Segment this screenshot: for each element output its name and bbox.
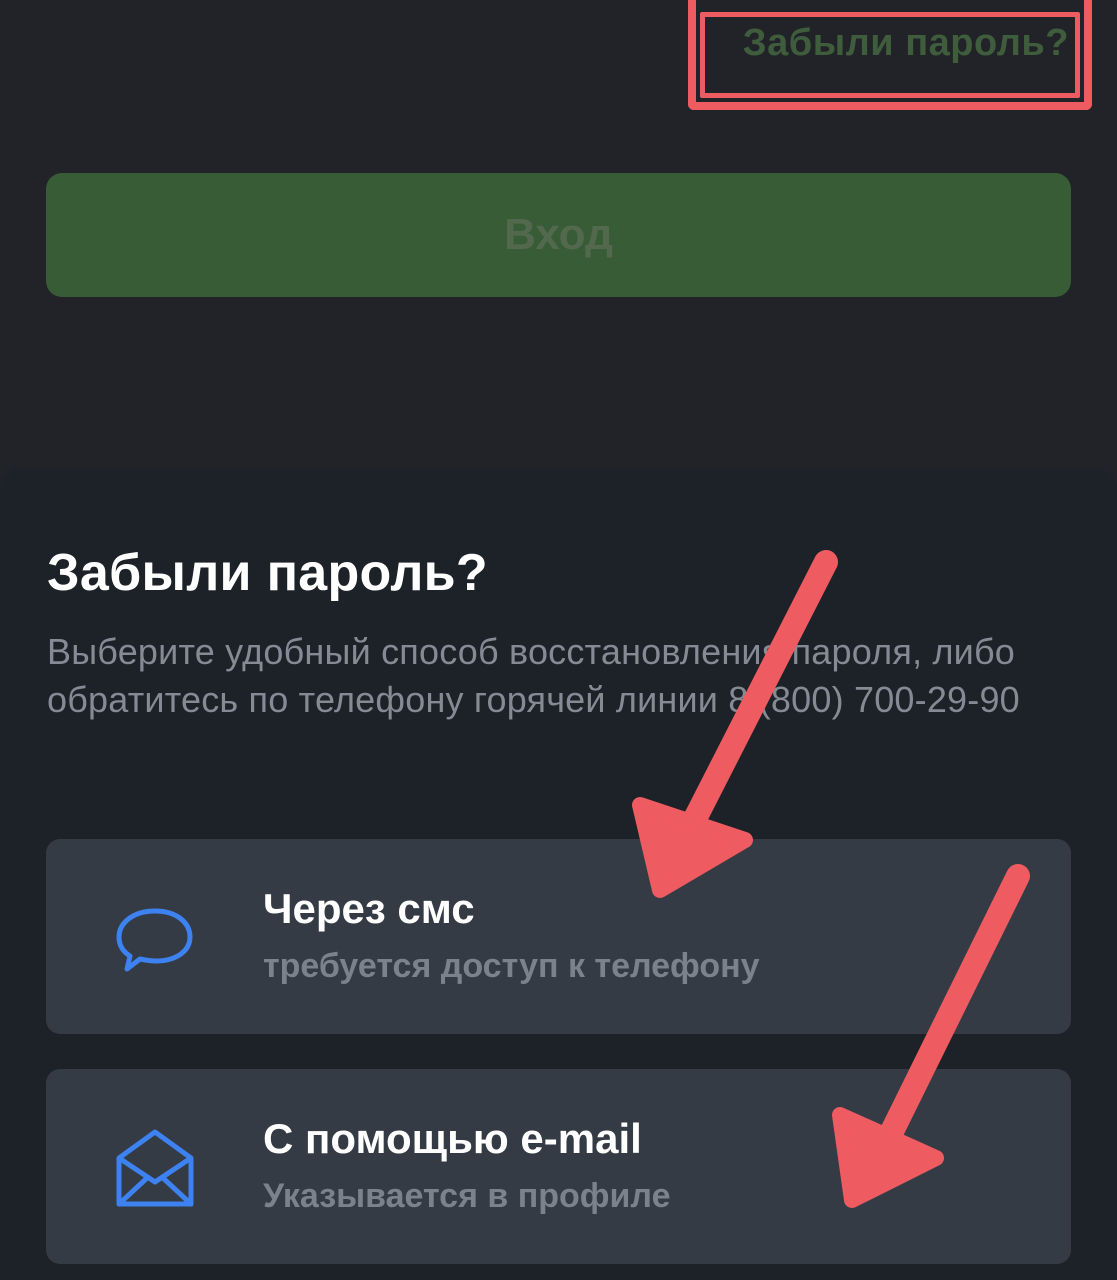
login-button-label: Вход	[504, 210, 613, 259]
sheet-title: Забыли пароль?	[47, 544, 488, 602]
chat-bubble-icon	[116, 908, 193, 972]
option-sms-subtitle: требуется доступ к телефону	[263, 947, 760, 985]
option-sms-title: Через смс	[263, 885, 475, 932]
annotation-highlight-box	[688, 0, 1092, 110]
login-button[interactable]: Вход	[46, 173, 1071, 297]
option-sms[interactable]: Через смс требуется доступ к телефону	[46, 839, 1071, 1034]
envelope-icon	[116, 1129, 194, 1207]
sheet-description: Выберите удобный способ восстановления п…	[47, 631, 1020, 720]
option-email-title: С помощью e-mail	[263, 1115, 642, 1162]
option-email[interactable]: С помощью e-mail Указывается в профиле	[46, 1069, 1071, 1264]
option-email-subtitle: Указывается в профиле	[263, 1177, 671, 1215]
